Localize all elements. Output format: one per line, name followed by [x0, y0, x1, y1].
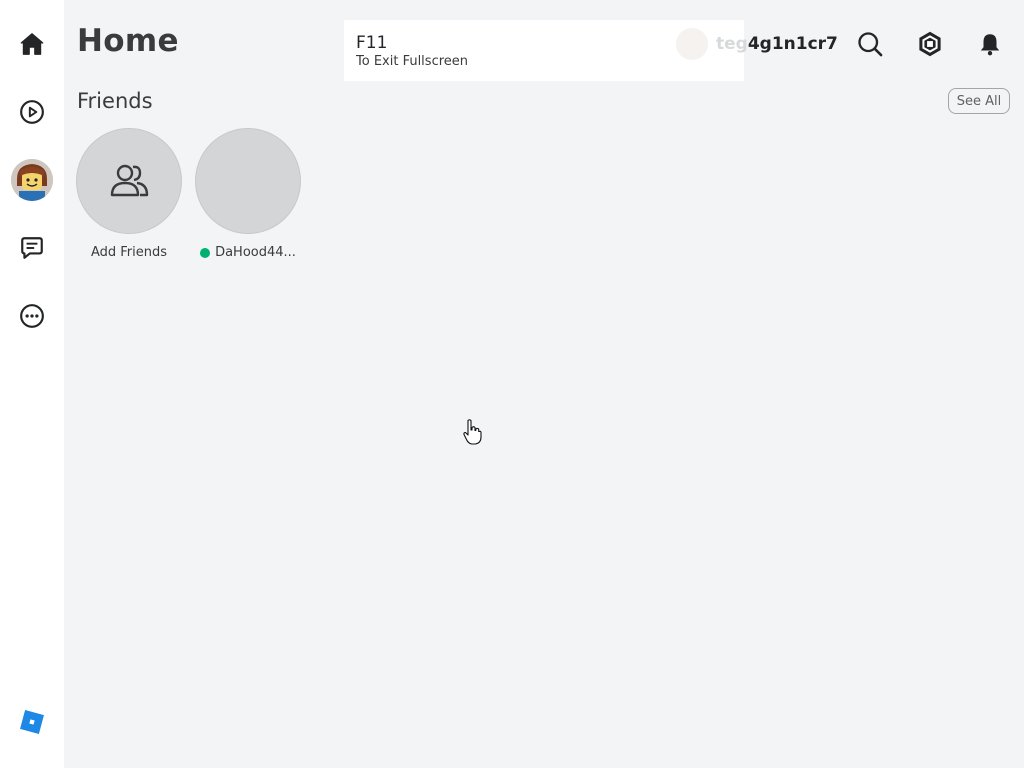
- friends-section-title: Friends: [77, 89, 153, 113]
- robux-button[interactable]: [910, 24, 950, 64]
- username-visible: 4g1n1cr7: [747, 34, 838, 54]
- search-button[interactable]: [850, 24, 890, 64]
- sidebar: [0, 0, 64, 768]
- friend-tile[interactable]: DaHood44...: [194, 128, 302, 260]
- add-friends-circle: [76, 128, 182, 234]
- see-all-button[interactable]: See All: [948, 88, 1010, 114]
- play-circle-icon: [20, 100, 44, 124]
- avatar-icon: [11, 159, 53, 201]
- roblox-logo-icon: [20, 710, 44, 734]
- username: teg4g1n1cr7: [716, 34, 838, 54]
- notification-bell-icon: [980, 34, 1000, 56]
- add-friends-label: Add Friends: [90, 245, 168, 260]
- fullscreen-key: F11: [356, 33, 388, 53]
- sidebar-item-home[interactable]: [8, 20, 56, 68]
- roblox-logo[interactable]: [8, 698, 56, 746]
- hand-cursor-icon: [463, 419, 482, 445]
- robux-icon: [919, 31, 941, 57]
- more-icon: [20, 304, 44, 328]
- friend-label: DaHood44...: [194, 245, 302, 260]
- username-faded: teg: [716, 34, 748, 54]
- home-icon: [20, 33, 44, 55]
- friends-icon: [110, 164, 149, 197]
- add-friends-tile[interactable]: Add Friends: [75, 128, 183, 260]
- page-title: Home: [77, 23, 179, 59]
- chat-icon: [21, 237, 43, 259]
- sidebar-item-avatar[interactable]: [11, 159, 53, 201]
- user-profile-link[interactable]: teg4g1n1cr7: [676, 27, 838, 61]
- search-icon: [858, 32, 883, 57]
- user-avatar: [676, 28, 708, 60]
- online-status-dot: [200, 247, 211, 258]
- friend-name: DaHood44...: [215, 245, 296, 260]
- notifications-button[interactable]: [970, 24, 1010, 64]
- fullscreen-hint: To Exit Fullscreen: [356, 54, 469, 69]
- sidebar-item-discover[interactable]: [8, 88, 56, 136]
- sidebar-item-chat[interactable]: [8, 224, 56, 272]
- friend-avatar: [195, 128, 301, 234]
- friend-label: Add Friends: [75, 245, 183, 260]
- sidebar-item-more[interactable]: [8, 292, 56, 340]
